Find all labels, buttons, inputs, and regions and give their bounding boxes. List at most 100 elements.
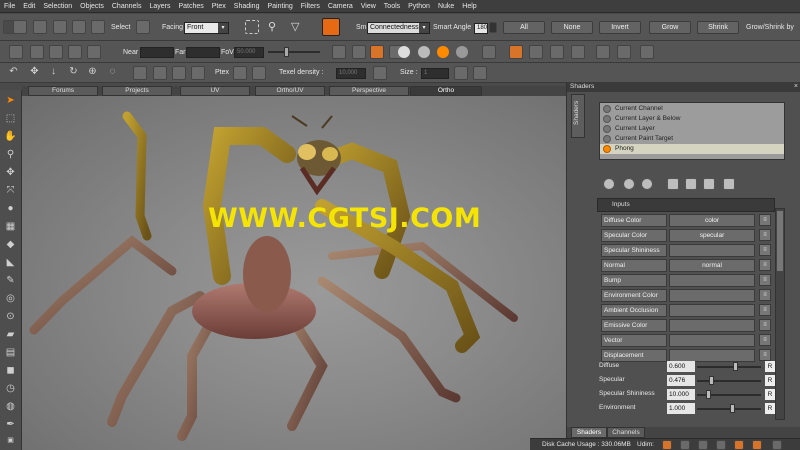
slider-value-input[interactable]: 0.600 <box>667 361 695 372</box>
sphere-color-icon[interactable] <box>437 46 449 58</box>
shader-input-menu-icon[interactable]: ≡ <box>759 274 771 286</box>
lasso-select-icon[interactable]: ◌ <box>106 65 119 78</box>
shader-input-value[interactable] <box>669 319 755 332</box>
marquee-icon[interactable]: ⬚ <box>4 112 17 125</box>
menu-item[interactable]: Channels <box>108 0 146 13</box>
menu-item[interactable]: Shading <box>230 0 264 13</box>
slider-track[interactable] <box>697 366 761 368</box>
tab-channels[interactable]: Channels <box>607 427 645 438</box>
channel-item-selected[interactable]: Phong <box>600 144 784 154</box>
down-arrow-icon[interactable]: ↓ <box>47 65 60 78</box>
scale-icon[interactable]: ⊕ <box>86 65 99 78</box>
status-icon-1[interactable] <box>662 440 672 450</box>
shader-input-value[interactable] <box>669 334 755 347</box>
select-all-button[interactable]: All <box>503 21 545 34</box>
slider-handle[interactable] <box>709 376 714 385</box>
shader-input-value[interactable] <box>669 304 755 317</box>
shaders-side-tab[interactable]: Shaders <box>571 94 585 138</box>
status-icon-2[interactable] <box>680 440 690 450</box>
tools-icon[interactable] <box>596 45 610 59</box>
menu-item[interactable]: Nuke <box>434 0 458 13</box>
status-icon-3[interactable] <box>698 440 708 450</box>
tab-uv[interactable]: UV <box>180 86 250 96</box>
shader-input-menu-icon[interactable]: ≡ <box>759 244 771 256</box>
lasso-icon[interactable]: ⚲ <box>268 20 282 34</box>
grid-tool-icon[interactable]: ▦ <box>4 220 17 233</box>
select-grid-icon[interactable] <box>136 20 150 34</box>
size-icon[interactable] <box>454 66 468 80</box>
brush-icon[interactable]: ✎ <box>4 274 17 287</box>
pan-icon[interactable]: ✥ <box>4 166 17 179</box>
shader-sphere2-icon[interactable] <box>641 178 653 190</box>
light-icon[interactable] <box>332 45 346 59</box>
grow-button[interactable]: Grow <box>649 21 691 34</box>
slider-track[interactable] <box>697 380 761 382</box>
smart-angle-input[interactable]: 180 <box>474 23 488 34</box>
sphere-lit-icon[interactable] <box>418 46 430 58</box>
shader-sphere-icon[interactable] <box>623 178 635 190</box>
drop-icon[interactable]: ● <box>4 202 17 215</box>
shader-input-menu-icon[interactable]: ≡ <box>759 259 771 271</box>
shader-input-value[interactable] <box>669 274 755 287</box>
tab-projects[interactable]: Projects <box>102 86 172 96</box>
shader-eye-icon[interactable] <box>685 178 697 190</box>
eye2-icon[interactable] <box>172 66 186 80</box>
clone-icon[interactable]: ◎ <box>4 292 17 305</box>
menu-item[interactable]: Tools <box>380 0 404 13</box>
channel-item[interactable]: Current Layer <box>600 124 784 134</box>
smart-select-icon[interactable] <box>322 18 340 36</box>
shader-input-value[interactable] <box>669 289 755 302</box>
swatch-small-icon[interactable]: ▣ <box>4 434 17 447</box>
inputs-section-header[interactable]: Inputs <box>597 198 775 212</box>
polygon-select-icon[interactable]: ▽ <box>291 20 305 34</box>
sphere-spec-icon[interactable] <box>456 46 468 58</box>
size-input[interactable]: 1 <box>421 68 449 79</box>
pointer-icon[interactable]: ➤ <box>4 94 17 107</box>
tab-forums[interactable]: Forums <box>28 86 98 96</box>
lights-icon[interactable] <box>352 45 366 59</box>
texel-density-input[interactable]: 10,000 <box>336 68 366 79</box>
view-icon[interactable] <box>133 66 147 80</box>
near-input[interactable] <box>140 47 174 58</box>
shader-layers-icon[interactable] <box>667 178 679 190</box>
slider-reset-button[interactable]: R <box>765 403 775 414</box>
menu-item[interactable]: Objects <box>76 0 108 13</box>
open-file-icon[interactable] <box>53 20 67 34</box>
shader-input-menu-icon[interactable]: ≡ <box>759 334 771 346</box>
wire-icon[interactable] <box>482 45 496 59</box>
shader-input-menu-icon[interactable]: ≡ <box>759 214 771 226</box>
menu-item[interactable]: File <box>0 0 19 13</box>
shader-input-menu-icon[interactable]: ≡ <box>759 229 771 241</box>
shader-input-value[interactable] <box>669 244 755 257</box>
fov-input[interactable]: 50.000 <box>234 47 264 58</box>
channel-item[interactable]: Current Channel <box>600 104 784 114</box>
cube-icon[interactable] <box>49 45 63 59</box>
shader-input-menu-icon[interactable]: ≡ <box>759 304 771 316</box>
grid-icon[interactable] <box>68 45 82 59</box>
slider-handle[interactable] <box>706 390 711 399</box>
smudge-icon[interactable]: ⊙ <box>4 310 17 323</box>
slider-handle[interactable] <box>730 404 735 413</box>
menu-item[interactable]: Ptex <box>208 0 230 13</box>
swatch-icon[interactable]: ◼ <box>4 364 17 377</box>
undo-icon[interactable]: ↶ <box>7 65 20 78</box>
hand-icon[interactable]: ✋ <box>4 130 17 143</box>
status-icon-4[interactable] <box>716 440 726 450</box>
shader-input-menu-icon[interactable]: ≡ <box>759 349 771 361</box>
invert-selection-button[interactable]: Invert <box>599 21 641 34</box>
tab-ortho[interactable]: Ortho <box>410 86 482 96</box>
tab-perspective[interactable]: Perspective <box>329 86 409 96</box>
menu-item[interactable]: View <box>357 0 380 13</box>
gradient-icon[interactable]: ▤ <box>4 346 17 359</box>
eraser-icon[interactable]: ◣ <box>4 256 17 269</box>
save-icon[interactable] <box>91 20 105 34</box>
mirror2-icon[interactable] <box>550 45 564 59</box>
menu-item[interactable]: Layers <box>145 0 174 13</box>
fill-icon[interactable]: ◆ <box>4 238 17 251</box>
menu-item[interactable]: Patches <box>174 0 207 13</box>
fov-slider-handle[interactable] <box>284 47 289 57</box>
eye3-icon[interactable] <box>191 66 205 80</box>
panel-scrollbar[interactable] <box>775 208 785 420</box>
fov-slider-track[interactable] <box>268 51 320 53</box>
shader-input-value[interactable]: specular <box>669 229 755 242</box>
